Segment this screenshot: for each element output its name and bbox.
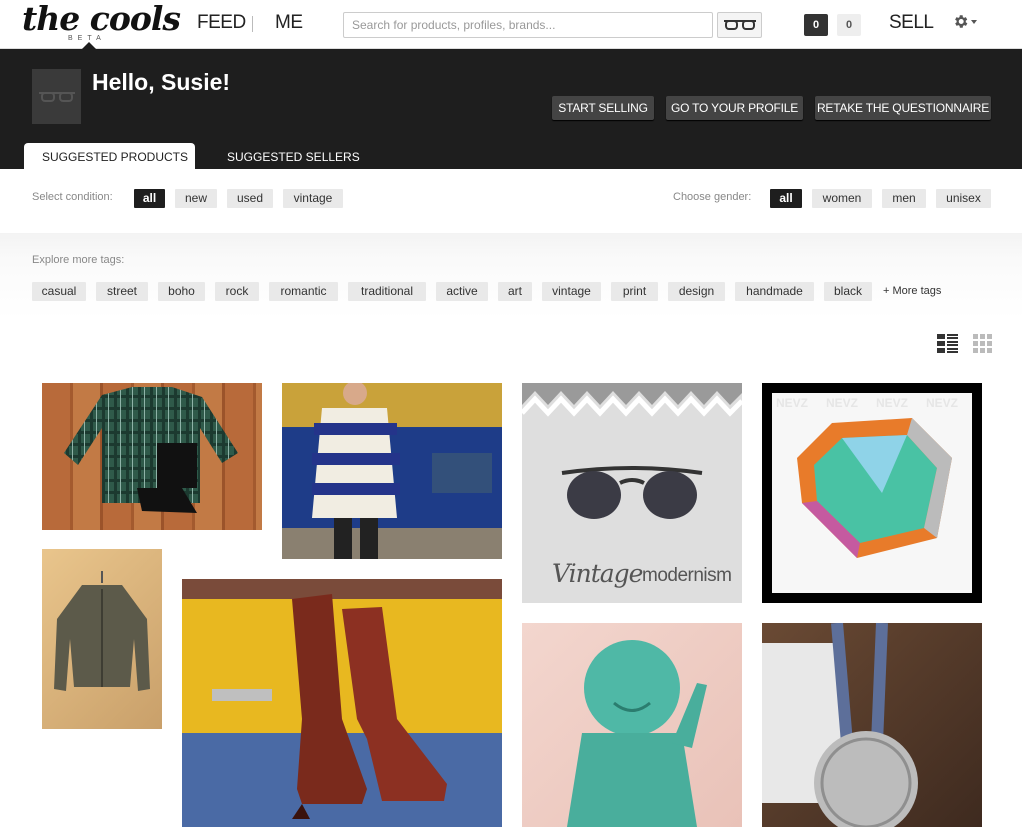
knit-sweater-image [282,383,502,559]
tag-chip[interactable]: black [824,282,872,301]
grid-view-icon[interactable] [973,334,993,354]
gender-label: Choose gender: [673,191,752,203]
glasses-icon [38,91,75,102]
gender-women-chip[interactable]: women [812,189,872,208]
avatar[interactable] [32,69,81,124]
top-nav: the cools BETA FEED ME 0 0 SELL [0,0,1022,49]
tag-chip[interactable]: art [498,282,532,301]
profile-header: Hello, Susie! START SELLING GO TO YOUR P… [0,49,1022,169]
nav-sell-link[interactable]: SELL [889,12,934,34]
tag-chip[interactable]: handmade [735,282,814,301]
tab-suggested-products[interactable]: SUGGESTED PRODUCTS [24,143,195,169]
more-tags-link[interactable]: + More tags [883,285,941,297]
retake-questionnaire-button[interactable]: RETAKE THE QUESTIONNAIRE [815,96,991,120]
product-sunglasses-card[interactable]: Vintage modernism [522,383,742,603]
gender-unisex-chip[interactable]: unisex [936,189,991,208]
product-buddha-card[interactable] [522,623,742,827]
product-bangle-card[interactable]: NEVZ NEVZ NEVZ NEVZ [762,383,982,603]
beta-label: BETA [68,35,106,42]
list-view-icon[interactable] [937,334,958,354]
nav-feed-link[interactable]: FEED [197,12,246,34]
search-button[interactable] [717,12,762,38]
tag-chip[interactable]: boho [158,282,205,301]
tag-chip[interactable]: vintage [542,282,601,301]
condition-vintage-chip[interactable]: vintage [283,189,343,208]
notifications-count[interactable]: 0 [804,14,828,36]
nav-divider [252,16,253,32]
product-fringe-jacket-card[interactable] [42,549,162,729]
condition-label: Select condition: [32,191,113,203]
vintage-script-text: Vintage [552,559,643,588]
tags-label: Explore more tags: [32,254,125,266]
logo[interactable]: the cools [22,0,181,38]
watermark-text: NEVZ [776,396,808,410]
search-input[interactable] [343,12,713,38]
bangle-image: NEVZ NEVZ NEVZ NEVZ [772,393,972,593]
leather-boots-image [212,594,447,819]
gender-all-chip[interactable]: all [770,189,802,208]
greeting: Hello, Susie! [92,69,231,95]
coin-necklace-image [762,623,918,827]
tag-chip[interactable]: rock [215,282,259,301]
nav-me-link[interactable]: ME [275,12,303,34]
start-selling-button[interactable]: START SELLING [552,96,654,120]
plaid-shirt-image [64,387,238,513]
watermark-text: NEVZ [926,396,958,410]
go-to-profile-button[interactable]: GO TO YOUR PROFILE [666,96,803,120]
glasses-icon [723,20,756,30]
tag-chip[interactable]: casual [32,282,86,301]
logo-caret [82,42,96,49]
tag-chip[interactable]: design [668,282,725,301]
product-leather-boots-card[interactable] [182,579,502,827]
fringe-jacket-image [54,571,150,691]
tag-chip[interactable]: street [96,282,148,301]
condition-all-chip[interactable]: all [134,189,165,208]
tag-chip[interactable]: traditional [348,282,426,301]
tags-panel [0,233,1022,319]
settings-menu[interactable] [952,13,977,30]
condition-used-chip[interactable]: used [227,189,273,208]
tab-suggested-sellers[interactable]: SUGGESTED SELLERS [227,144,360,170]
watermark-text: NEVZ [876,396,908,410]
tag-chip[interactable]: romantic [269,282,338,301]
product-coin-necklace-card[interactable] [762,623,982,827]
watermark-text: NEVZ [826,396,858,410]
modernism-text: modernism [642,565,732,586]
gender-men-chip[interactable]: men [882,189,926,208]
gear-icon [955,15,968,28]
messages-count[interactable]: 0 [837,14,861,36]
tag-chip[interactable]: print [611,282,658,301]
chevron-down-icon [971,19,977,24]
tag-chip[interactable]: active [436,282,488,301]
product-knit-sweater-card[interactable] [282,383,502,559]
condition-new-chip[interactable]: new [175,189,217,208]
buddha-figurine-image [567,640,707,827]
product-plaid-shirt-card[interactable] [42,383,262,530]
